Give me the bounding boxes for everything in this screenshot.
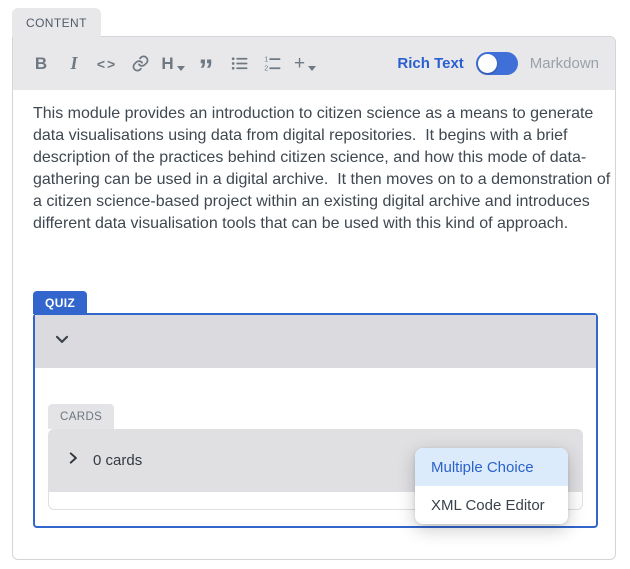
numbered-list-icon: 1 2 (263, 54, 282, 73)
mode-toggle[interactable] (476, 52, 518, 75)
dropdown-item-multiple-choice[interactable]: Multiple Choice (415, 448, 568, 486)
bullet-list-button[interactable] (227, 48, 251, 80)
quiz-block-tab: QUIZ (33, 291, 87, 314)
link-button[interactable] (128, 48, 152, 80)
editor-mode-switch: Rich Text Markdown (397, 52, 599, 75)
bold-button[interactable]: B (29, 48, 53, 80)
plus-icon: + (294, 53, 305, 75)
cards-section-tab: CARDS (48, 404, 114, 429)
markdown-label[interactable]: Markdown (530, 55, 599, 72)
bold-icon: B (35, 54, 47, 74)
blockquote-button[interactable]: ” (194, 48, 218, 80)
link-icon (131, 54, 150, 73)
chevron-down-icon (52, 329, 72, 354)
code-button[interactable]: <> (95, 48, 119, 80)
editor-content[interactable]: This module provides an introduction to … (33, 103, 615, 235)
quiz-collapse-header[interactable] (35, 315, 596, 368)
cards-count-label: 0 cards (93, 452, 142, 469)
code-icon: <> (97, 56, 117, 72)
italic-icon: I (70, 53, 77, 74)
svg-text:1: 1 (264, 56, 268, 64)
editor-toolbar: B I <> H ” (13, 37, 615, 90)
italic-button[interactable]: I (62, 48, 86, 80)
bullet-list-icon (230, 54, 249, 73)
content-panel: B I <> H ” (12, 36, 616, 560)
chevron-down-icon (308, 66, 316, 71)
chevron-down-icon (177, 66, 185, 71)
heading-icon: H (161, 54, 173, 74)
chevron-right-icon (66, 451, 80, 470)
numbered-list-button[interactable]: 1 2 (260, 48, 284, 80)
heading-button[interactable]: H (161, 48, 185, 80)
toggle-knob (478, 54, 497, 73)
rich-text-label[interactable]: Rich Text (397, 55, 463, 72)
dropdown-item-xml-code-editor[interactable]: XML Code Editor (415, 486, 568, 524)
svg-text:2: 2 (264, 65, 268, 73)
quote-icon: ” (199, 56, 214, 86)
tab-content[interactable]: CONTENT (12, 8, 101, 37)
card-type-dropdown: Multiple Choice XML Code Editor (415, 448, 568, 524)
add-block-button[interactable]: + (293, 48, 317, 80)
